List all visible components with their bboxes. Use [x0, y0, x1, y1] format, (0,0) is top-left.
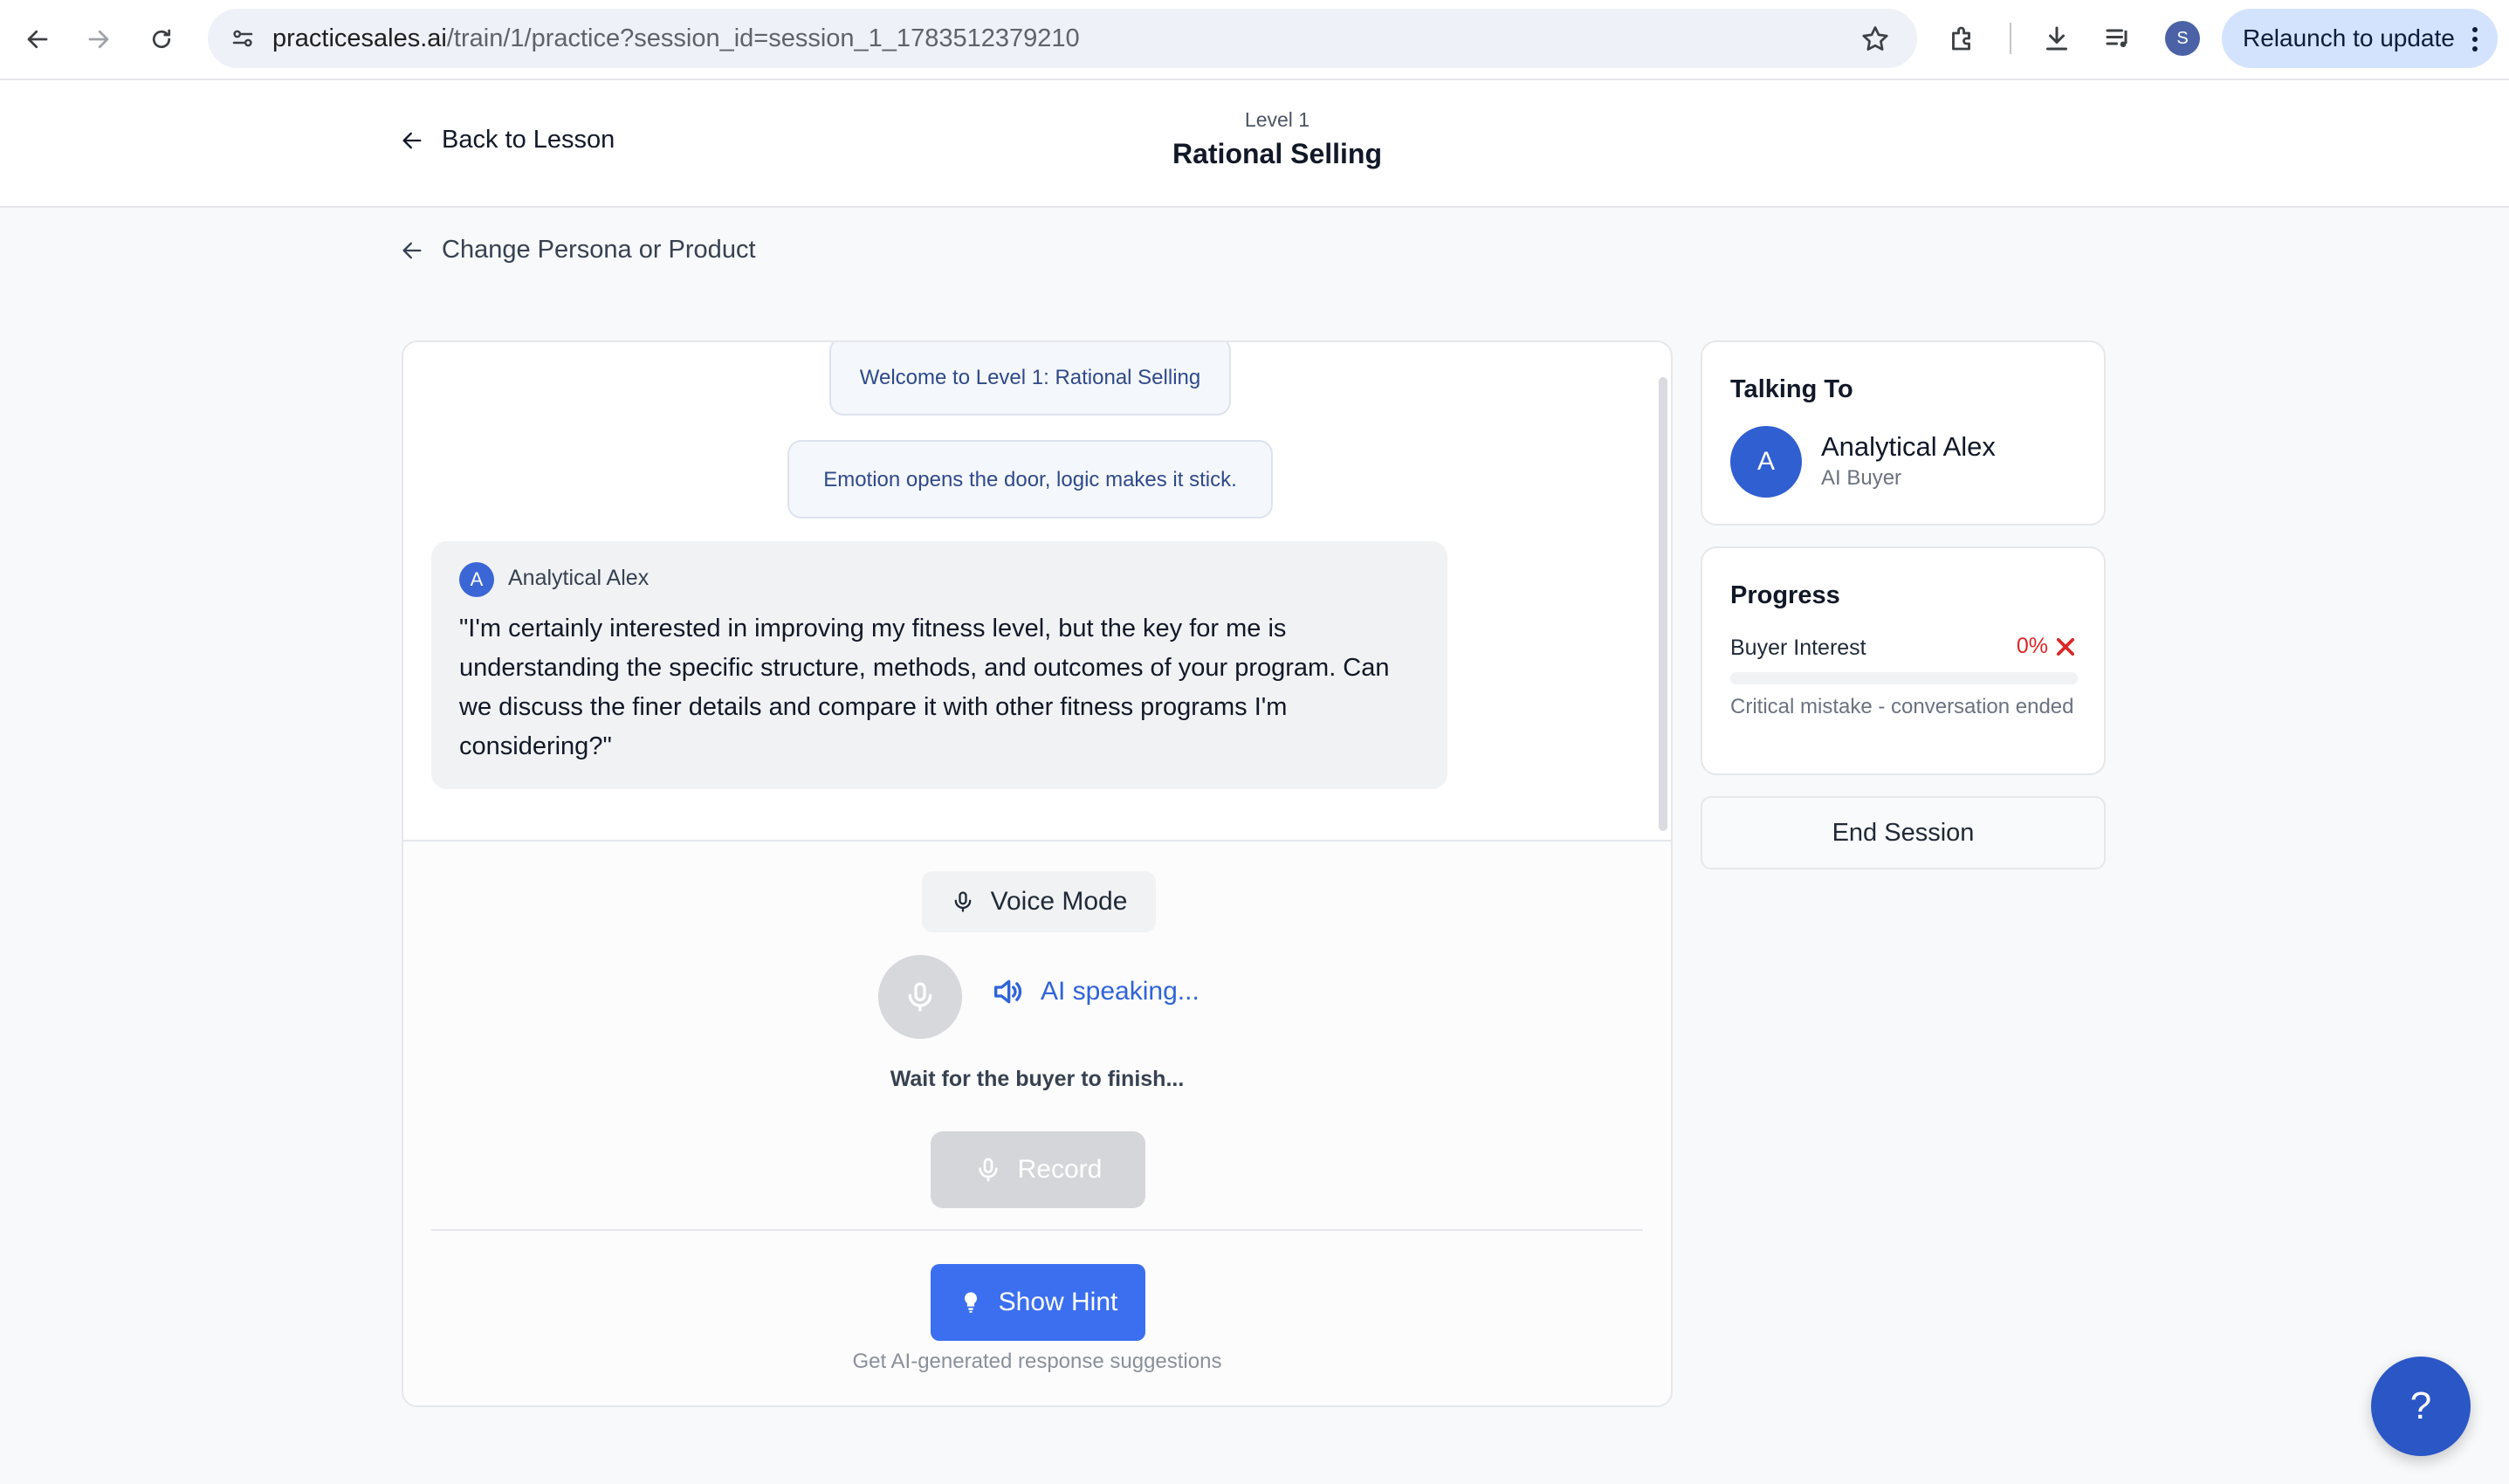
close-x-icon [2056, 637, 2075, 656]
voice-mode-label: Voice Mode [990, 887, 1128, 916]
level-label: Level 1 [1244, 108, 1310, 131]
extensions-icon[interactable] [1943, 19, 1982, 58]
progress-card: Progress Buyer Interest 0% Critical mist… [1701, 546, 2106, 775]
arrow-left-icon [27, 30, 48, 49]
system-message: Welcome to Level 1: Rational Selling [829, 342, 1231, 416]
site-info-icon[interactable] [225, 21, 260, 56]
message-scrollbar[interactable] [1659, 377, 1667, 831]
record-button[interactable]: Record [931, 1131, 1145, 1208]
progress-label: Buyer Interest [1730, 636, 1866, 660]
lightbulb-icon [964, 1292, 977, 1313]
end-session-button[interactable]: End Session [1701, 796, 2106, 869]
show-hint-label: Show Hint [998, 1288, 1118, 1316]
reload-button[interactable] [140, 17, 183, 61]
chat-panel: Welcome to Level 1: Rational Selling Emo… [402, 340, 1673, 1407]
change-persona-label: Change Persona or Product [442, 236, 756, 264]
progress-value: 0% [2017, 634, 2078, 659]
reload-icon [152, 29, 171, 49]
avatar: A [1730, 426, 1802, 498]
progress-bar [1730, 672, 2078, 684]
talking-to-card: Talking To A Analytical Alex AI Buyer [1701, 340, 2106, 526]
progress-percent: 0% [2016, 634, 2048, 658]
relaunch-button[interactable]: Relaunch to update [2222, 9, 2498, 68]
speaker-icon [994, 979, 1022, 1004]
url-text: practicesales.ai/train/1/practice?sessio… [272, 24, 1080, 52]
microphone-icon [978, 1158, 998, 1182]
section-divider [431, 1229, 1643, 1231]
progress-heading: Progress [1730, 581, 1840, 609]
wait-instruction: Wait for the buyer to finish... [890, 1067, 1185, 1091]
mic-status-button [878, 955, 962, 1039]
relaunch-label: Relaunch to update [2243, 24, 2455, 52]
media-control-icon[interactable] [2099, 19, 2137, 58]
voice-input-area: Voice Mode AI speaking... Wait for the b… [403, 840, 1671, 1405]
arrow-left-icon [402, 242, 422, 258]
download-icon[interactable] [2038, 19, 2076, 58]
record-label: Record [1017, 1155, 1103, 1184]
microphone-icon [908, 982, 932, 1012]
message-text: "I'm certainly interested in improving m… [459, 615, 1390, 760]
more-vertical-icon [2472, 27, 2478, 52]
toolbar-divider [2010, 23, 2011, 54]
buyer-message: A Analytical Alex "I'm certainly interes… [431, 541, 1447, 789]
system-message: Emotion opens the door, logic makes it s… [787, 440, 1273, 519]
show-hint-button[interactable]: Show Hint [931, 1264, 1145, 1341]
microphone-icon [954, 891, 971, 912]
ai-speaking-status: AI speaking... [990, 974, 1200, 1009]
browser-toolbar: practicesales.ai/train/1/practice?sessio… [0, 0, 2509, 80]
hint-caption: Get AI-generated response suggestions [852, 1350, 1222, 1373]
address-bar[interactable]: practicesales.ai/train/1/practice?sessio… [208, 9, 1917, 68]
ai-status-label: AI speaking... [1041, 977, 1200, 1006]
help-button[interactable]: ? [2371, 1357, 2471, 1456]
bookmark-star-icon[interactable] [1859, 24, 1891, 55]
buyer-name: Analytical Alex [1821, 431, 1996, 462]
buyer-avatar: A [459, 562, 494, 597]
message-sender: Analytical Alex [508, 566, 650, 590]
app-header: Back to Lesson Level 1 Rational Selling [0, 80, 2509, 208]
buyer-role: AI Buyer [1821, 466, 1902, 490]
change-persona-link[interactable]: Change Persona or Product [400, 236, 756, 265]
talking-to-heading: Talking To [1730, 375, 1853, 403]
profile-avatar[interactable]: S [2165, 21, 2200, 56]
message-list[interactable]: Welcome to Level 1: Rational Selling Emo… [403, 342, 1671, 840]
voice-mode-toggle[interactable]: Voice Mode [922, 871, 1156, 932]
forward-nav-button[interactable] [77, 17, 120, 61]
page-title: Rational Selling [1172, 138, 1383, 169]
progress-status-note: Critical mistake - conversation ended [1730, 695, 2074, 718]
arrow-right-icon [88, 30, 109, 49]
back-nav-button[interactable] [16, 17, 59, 61]
